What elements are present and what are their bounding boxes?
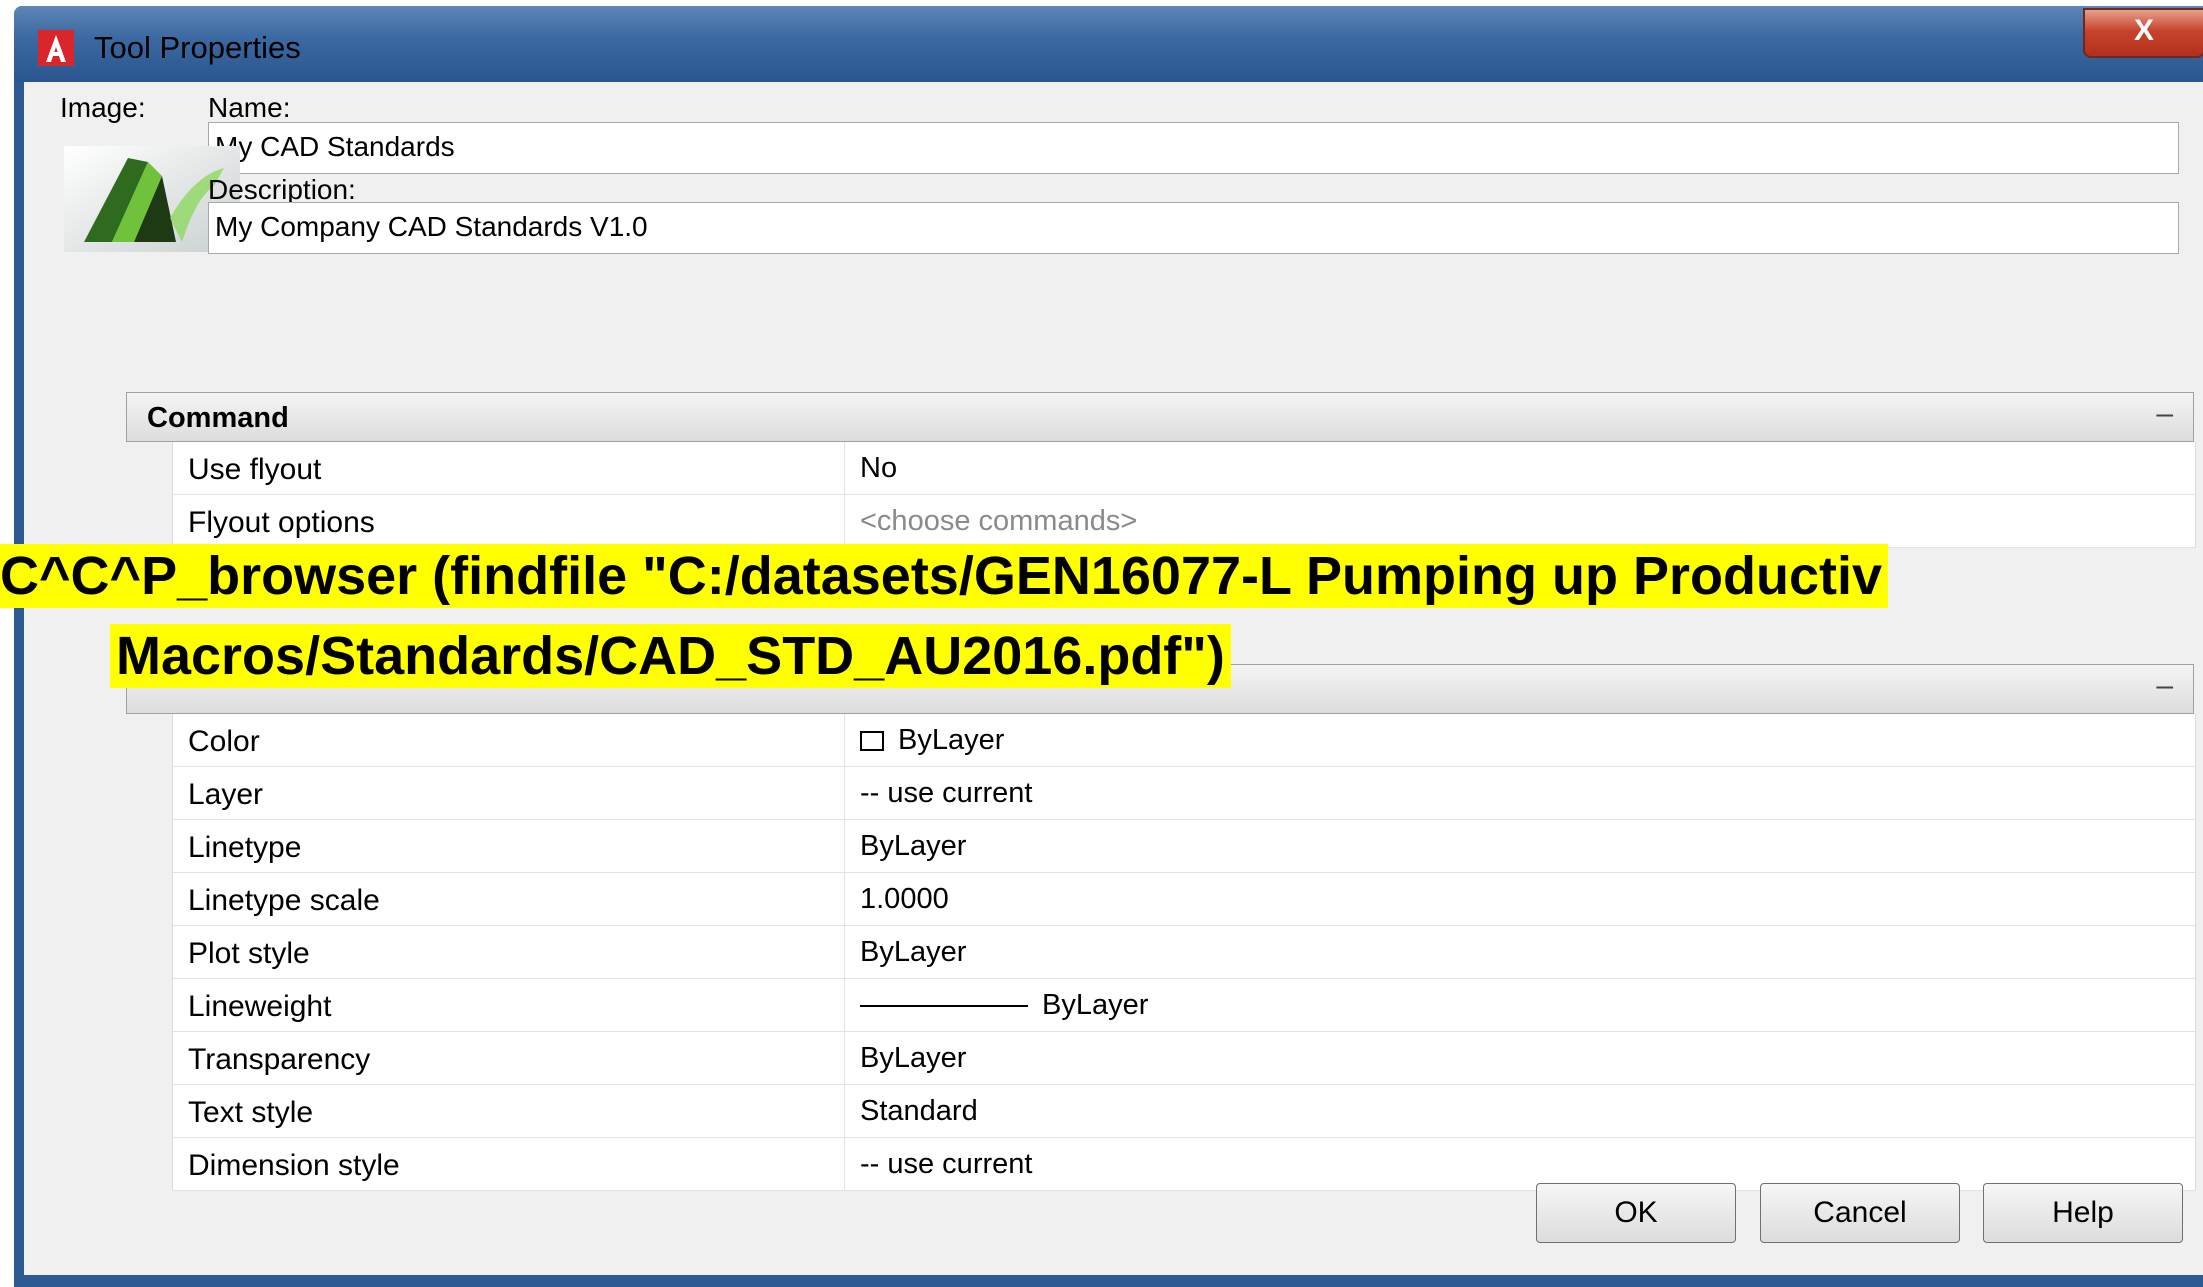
description-input[interactable]: My Company CAD Standards V1.0 [208, 202, 2179, 254]
macro-overlay-line-2: Macros/Standards/CAD_STD_AU2016.pdf") [110, 624, 1231, 688]
property-label: Transparency [173, 1032, 845, 1084]
command-property-grid: Use flyout No Flyout options <choose com… [172, 442, 2196, 548]
property-row-transparency[interactable]: Transparency ByLayer [173, 1032, 2195, 1085]
color-value-text: ByLayer [898, 724, 1005, 756]
property-row-linetype[interactable]: Linetype ByLayer [173, 820, 2195, 873]
property-label: Linetype scale [173, 873, 845, 925]
collapse-icon[interactable]: – [2156, 669, 2173, 703]
property-value[interactable]: ByLayer [860, 714, 1004, 766]
property-label: Text style [173, 1085, 845, 1137]
property-row-use-flyout[interactable]: Use flyout No [173, 442, 2195, 495]
ok-button[interactable]: OK [1536, 1183, 1736, 1243]
property-value[interactable]: ByLayer [860, 979, 1148, 1031]
autocad-app-icon [38, 30, 74, 66]
help-button[interactable]: Help [1983, 1183, 2183, 1243]
property-value[interactable]: <choose commands> [860, 495, 1137, 547]
command-section-title: Command [147, 402, 289, 434]
property-value[interactable]: ByLayer [860, 820, 966, 872]
property-label: Lineweight [173, 979, 845, 1031]
general-property-grid: Color ByLayer Layer -- use current Linet… [172, 714, 2196, 1191]
color-swatch-icon [860, 731, 884, 752]
command-section-header[interactable]: Command – [126, 392, 2194, 442]
macro-overlay-line-1: C^C^P_browser (findfile "C:/datasets/GEN… [0, 544, 1889, 608]
property-label: Plot style [173, 926, 845, 978]
collapse-icon[interactable]: – [2156, 397, 2173, 431]
property-label: Flyout options [173, 495, 845, 547]
property-label: Layer [173, 767, 845, 819]
lineweight-value-text: ByLayer [1042, 989, 1149, 1021]
property-value[interactable]: No [860, 442, 897, 494]
property-label: Use flyout [173, 442, 845, 494]
property-row-lineweight[interactable]: Lineweight ByLayer [173, 979, 2195, 1032]
cancel-button[interactable]: Cancel [1760, 1183, 1960, 1243]
property-row-linetype-scale[interactable]: Linetype scale 1.0000 [173, 873, 2195, 926]
property-row-color[interactable]: Color ByLayer [173, 714, 2195, 767]
lineweight-sample-icon [860, 1005, 1028, 1008]
property-label: Linetype [173, 820, 845, 872]
window-title: Tool Properties [94, 30, 301, 65]
property-row-layer[interactable]: Layer -- use current [173, 767, 2195, 820]
property-row-text-style[interactable]: Text style Standard [173, 1085, 2195, 1138]
property-label: Color [173, 714, 845, 766]
property-value[interactable]: -- use current [860, 1138, 1032, 1190]
property-row-flyout-options[interactable]: Flyout options <choose commands> [173, 495, 2195, 548]
name-input[interactable]: My CAD Standards [208, 122, 2179, 174]
property-value[interactable]: ByLayer [860, 1032, 966, 1084]
property-value[interactable]: 1.0000 [860, 873, 949, 925]
property-value[interactable]: ByLayer [860, 926, 966, 978]
name-label: Name: [208, 92, 291, 123]
property-row-plot-style[interactable]: Plot style ByLayer [173, 926, 2195, 979]
property-label: Dimension style [173, 1138, 845, 1190]
title-bar[interactable]: Tool Properties X [14, 6, 2203, 82]
property-value[interactable]: -- use current [860, 767, 1032, 819]
property-value[interactable]: Standard [860, 1085, 978, 1137]
close-button[interactable]: X [2083, 8, 2203, 58]
image-label: Image: [60, 92, 146, 123]
